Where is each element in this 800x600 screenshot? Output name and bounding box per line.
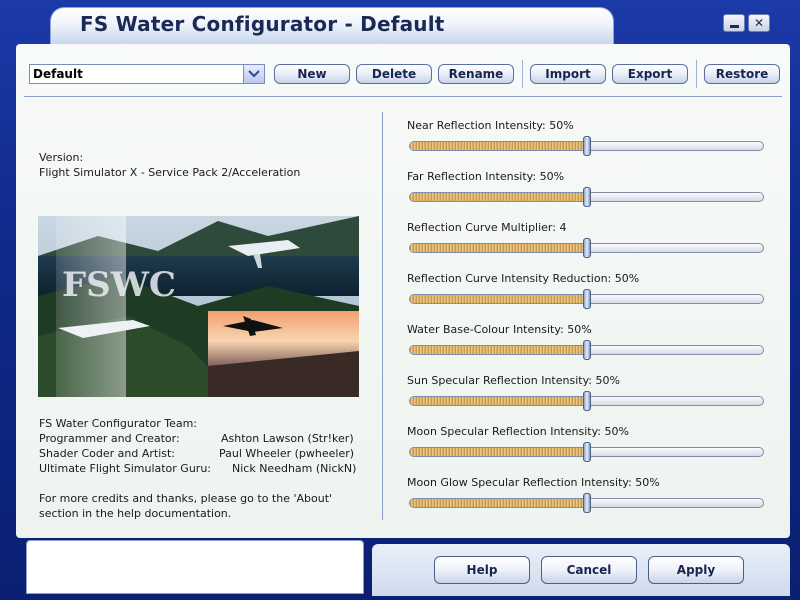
- toolbar-divider: [24, 96, 782, 97]
- sun-specular-label: Sun Specular Reflection Intensity: 50%: [407, 374, 620, 387]
- preset-dropdown[interactable]: Default: [29, 64, 265, 84]
- credits-text-line1: For more credits and thanks, please go t…: [39, 492, 333, 505]
- near-reflection-label: Near Reflection Intensity: 50%: [407, 119, 574, 132]
- moon-specular-label: Moon Specular Reflection Intensity: 50%: [407, 425, 629, 438]
- team-name-shader: Paul Wheeler (pwheeler): [219, 447, 355, 460]
- splash-image: FSWC: [38, 216, 359, 397]
- window-title: FS Water Configurator - Default: [80, 12, 445, 36]
- slider-thumb[interactable]: [582, 238, 591, 258]
- slider-fill: [410, 295, 587, 303]
- status-box: [26, 540, 364, 594]
- export-button[interactable]: Export: [612, 64, 688, 84]
- close-button[interactable]: ✕: [748, 14, 770, 32]
- far-reflection-label: Far Reflection Intensity: 50%: [407, 170, 565, 183]
- main-panel: Default New Delete Rename Import Export …: [16, 44, 790, 538]
- slider-thumb[interactable]: [582, 442, 591, 462]
- slider-thumb[interactable]: [582, 187, 591, 207]
- preset-dropdown-value: Default: [33, 67, 83, 81]
- delete-button[interactable]: Delete: [356, 64, 432, 84]
- title-bar[interactable]: FS Water Configurator - Default ✕: [0, 0, 800, 46]
- team-role-programmer: Programmer and Creator:: [39, 432, 180, 445]
- version-value: Flight Simulator X - Service Pack 2/Acce…: [39, 166, 301, 179]
- team-role-guru: Ultimate Flight Simulator Guru:: [39, 462, 211, 475]
- slider-fill: [410, 346, 587, 354]
- chevron-down-icon[interactable]: [243, 65, 264, 83]
- team-name-guru: Nick Needham (NickN): [232, 462, 357, 475]
- import-button[interactable]: Import: [530, 64, 606, 84]
- minimize-button[interactable]: [723, 14, 745, 32]
- slider-thumb[interactable]: [582, 136, 591, 156]
- slider-thumb[interactable]: [582, 391, 591, 411]
- slider-fill: [410, 193, 587, 201]
- reflection-curve-multiplier-label: Reflection Curve Multiplier: 4: [407, 221, 567, 234]
- slider-fill: [410, 142, 587, 150]
- team-role-shader: Shader Coder and Artist:: [39, 447, 176, 460]
- team-heading: FS Water Configurator Team:: [39, 417, 197, 430]
- slider-fill: [410, 244, 587, 252]
- slider-thumb[interactable]: [582, 493, 591, 513]
- toolbar-separator: [696, 60, 697, 88]
- reflection-curve-reduction-label: Reflection Curve Intensity Reduction: 50…: [407, 272, 640, 285]
- new-button[interactable]: New: [274, 64, 350, 84]
- team-name-programmer: Ashton Lawson (Str!ker): [221, 432, 354, 445]
- slider-thumb[interactable]: [582, 289, 591, 309]
- slider-fill: [410, 448, 587, 456]
- minimize-icon: [729, 25, 739, 28]
- apply-button[interactable]: Apply: [648, 556, 744, 584]
- toolbar-separator: [522, 60, 523, 88]
- slider-fill: [410, 499, 587, 507]
- column-divider: [382, 112, 383, 520]
- cancel-button[interactable]: Cancel: [541, 556, 637, 584]
- moon-glow-specular-label: Moon Glow Specular Reflection Intensity:…: [407, 476, 660, 489]
- credits-text-line2: section in the help documentation.: [39, 507, 232, 520]
- water-base-colour-label: Water Base-Colour Intensity: 50%: [407, 323, 592, 336]
- restore-button[interactable]: Restore: [704, 64, 780, 84]
- slider-thumb[interactable]: [582, 340, 591, 360]
- app-window: FS Water Configurator - Default ✕ Defaul…: [0, 0, 800, 600]
- help-button[interactable]: Help: [434, 556, 530, 584]
- close-icon: ✕: [753, 16, 765, 30]
- rename-button[interactable]: Rename: [438, 64, 514, 84]
- splash-logo: FSWC: [62, 265, 176, 305]
- version-label: Version:: [39, 151, 84, 164]
- slider-fill: [410, 397, 587, 405]
